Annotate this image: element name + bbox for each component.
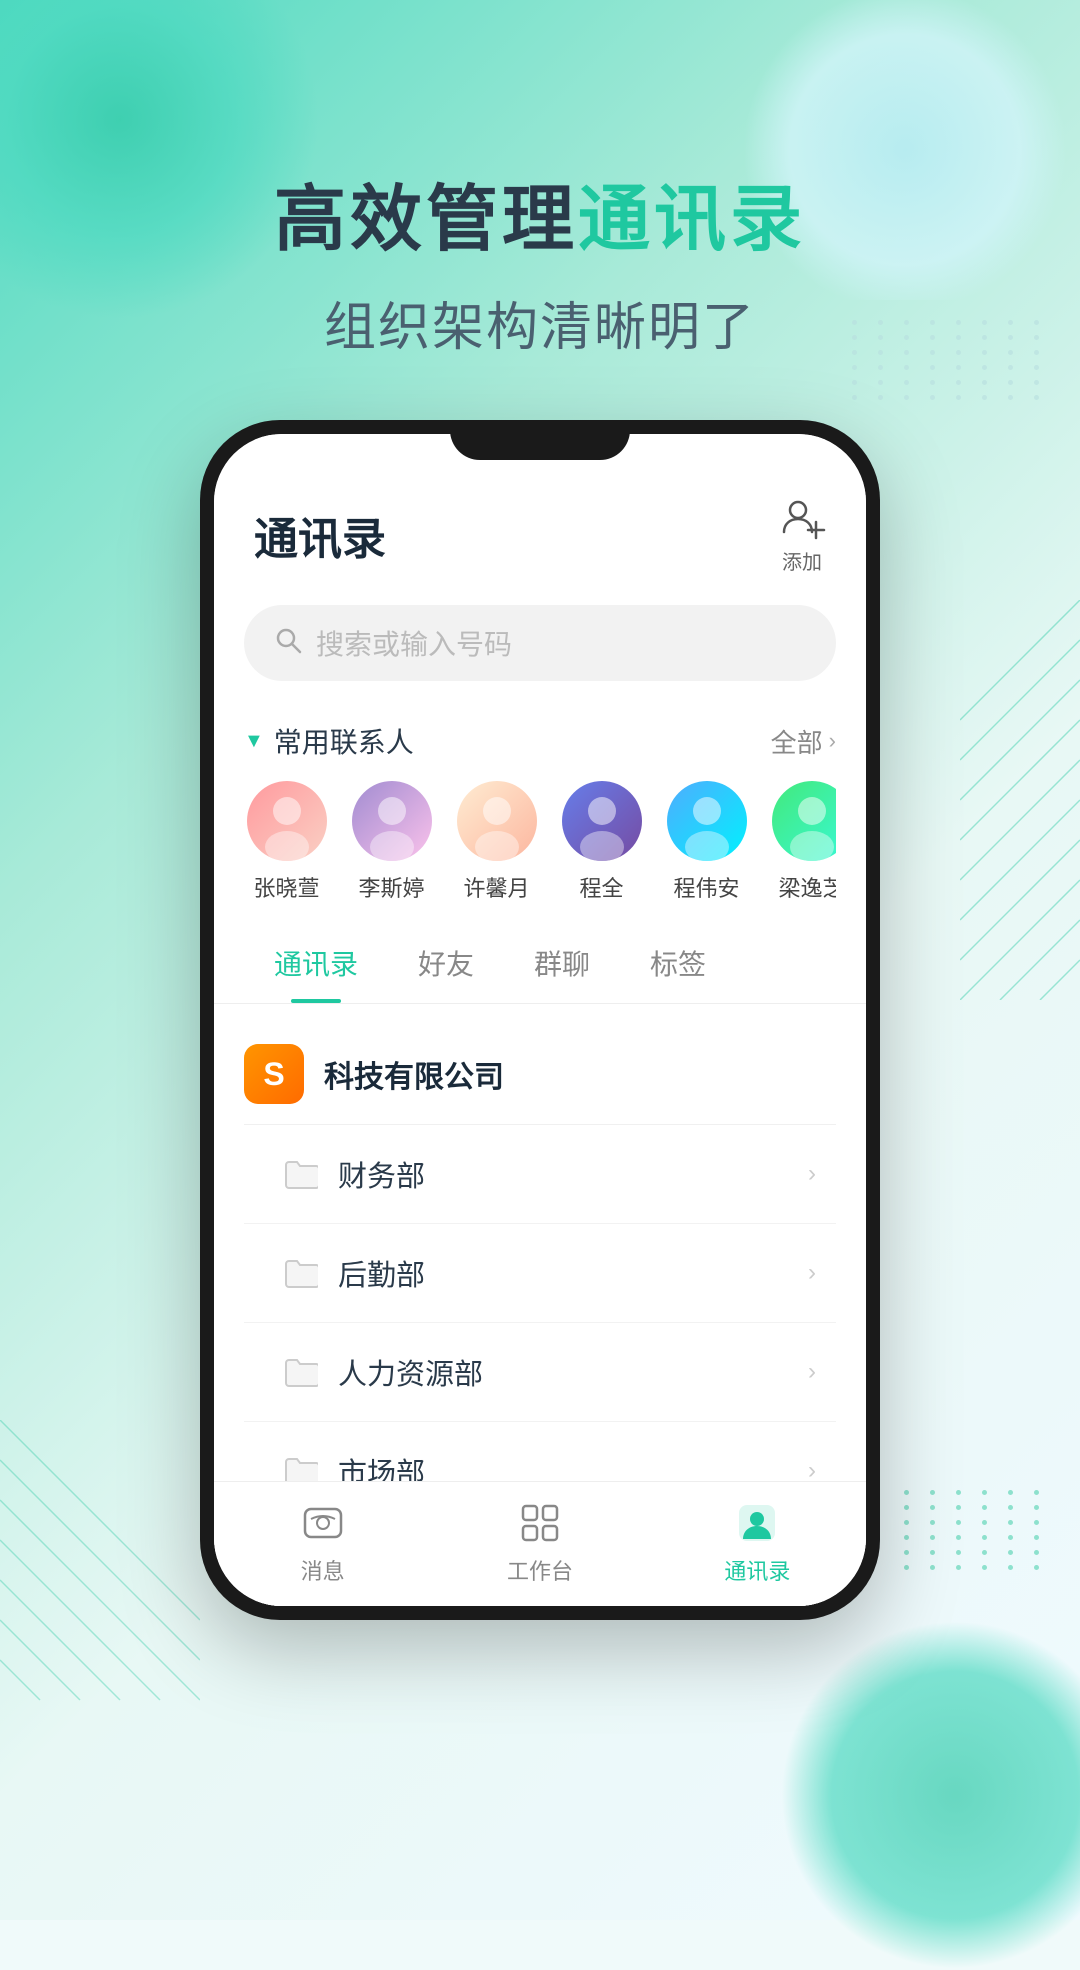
frequent-title: 常用联系人 [274, 721, 414, 761]
tab-群聊[interactable]: 群聊 [504, 923, 620, 1003]
chevron-right-icon: › [808, 1259, 816, 1287]
folder-icon [284, 1159, 318, 1189]
app-title: 通讯录 [254, 503, 386, 567]
folder-icon [284, 1258, 318, 1288]
grid-icon [515, 1498, 565, 1548]
avatar [352, 781, 432, 861]
phone-frame: 通讯录 添加 [200, 420, 880, 1620]
avatar-item[interactable]: 梁逸芝 [769, 781, 836, 903]
phone-wrapper: 通讯录 添加 [0, 420, 1080, 1620]
nav-label: 通讯录 [724, 1554, 790, 1586]
frequent-section: ▼ 常用联系人 全部 › 张晓萱 李斯婷 许馨月 程全 [214, 701, 866, 913]
tabs-row: 通讯录好友群聊标签 [214, 923, 866, 1004]
avatar-item[interactable]: 程全 [559, 781, 644, 903]
search-icon [274, 626, 302, 661]
chevron-right-icon: › [808, 1160, 816, 1188]
avatar-name: 张晓萱 [253, 871, 319, 903]
frequent-left: ▼ 常用联系人 [244, 721, 414, 761]
add-contact-button[interactable]: 添加 [778, 494, 826, 575]
avatar-item[interactable]: 李斯婷 [349, 781, 434, 903]
folder-icon [284, 1357, 318, 1387]
org-logo: S [244, 1044, 304, 1104]
avatar-name: 许馨月 [463, 871, 529, 903]
chat-icon [298, 1498, 348, 1548]
avatar [457, 781, 537, 861]
phone-notch [450, 420, 630, 460]
avatar-item[interactable]: 程伟安 [664, 781, 749, 903]
nav-label: 消息 [301, 1554, 345, 1586]
tab-标签[interactable]: 标签 [620, 923, 736, 1003]
avatar-name: 程伟安 [673, 871, 739, 903]
avatar [667, 781, 747, 861]
dept-item[interactable]: 财务部› [244, 1125, 836, 1224]
search-placeholder-text: 搜索或输入号码 [316, 623, 512, 663]
header-subtitle: 组织架构清晰明了 [0, 285, 1080, 360]
add-label: 添加 [782, 546, 822, 575]
chevron-right-icon: › [829, 728, 836, 754]
org-name: 科技有限公司 [324, 1052, 504, 1096]
dept-name: 财务部 [338, 1153, 808, 1195]
avatar-item[interactable]: 许馨月 [454, 781, 539, 903]
bg-blob-bottom-right [780, 1620, 1080, 1970]
phone-content: 通讯录 添加 [214, 434, 866, 1606]
header-section: 高效管理通讯录 组织架构清晰明了 [0, 0, 1080, 360]
add-person-icon [778, 494, 826, 542]
avatars-row: 张晓萱 李斯婷 许馨月 程全 程伟安 梁逸芝 涂... [244, 781, 836, 903]
contacts-icon [732, 1498, 782, 1548]
tab-好友[interactable]: 好友 [388, 923, 504, 1003]
search-bar-wrap: 搜索或输入号码 [214, 595, 866, 701]
chevron-right-icon: › [808, 1358, 816, 1386]
tab-通讯录[interactable]: 通讯录 [244, 923, 388, 1003]
nav-label: 工作台 [507, 1554, 573, 1586]
frequent-header: ▼ 常用联系人 全部 › [244, 721, 836, 761]
triangle-icon: ▼ [244, 730, 264, 753]
dept-name: 后勤部 [338, 1252, 808, 1294]
search-bar[interactable]: 搜索或输入号码 [244, 605, 836, 681]
dept-item[interactable]: 人力资源部› [244, 1323, 836, 1422]
view-all-label: 全部 [771, 723, 823, 760]
avatar [772, 781, 837, 861]
org-header: S 科技有限公司 [244, 1024, 836, 1125]
avatar-name: 程全 [579, 871, 623, 903]
bottom-nav: 消息 工作台 通讯录 [214, 1481, 866, 1606]
avatar-name: 梁逸芝 [778, 871, 836, 903]
avatar [247, 781, 327, 861]
nav-item-工作台[interactable]: 工作台 [431, 1498, 648, 1586]
avatar-item[interactable]: 张晓萱 [244, 781, 329, 903]
nav-item-通讯录[interactable]: 通讯录 [649, 1498, 866, 1586]
dept-item[interactable]: 后勤部› [244, 1224, 836, 1323]
header-title-dark: 高效管理 [274, 180, 578, 260]
header-title-teal: 通讯录 [578, 180, 806, 260]
dept-name: 人力资源部 [338, 1351, 808, 1393]
nav-item-消息[interactable]: 消息 [214, 1498, 431, 1586]
avatar-name: 李斯婷 [358, 871, 424, 903]
phone-inner: 通讯录 添加 [214, 434, 866, 1606]
header-title: 高效管理通讯录 [0, 160, 1080, 265]
avatar [562, 781, 642, 861]
view-all-button[interactable]: 全部 › [771, 723, 836, 760]
